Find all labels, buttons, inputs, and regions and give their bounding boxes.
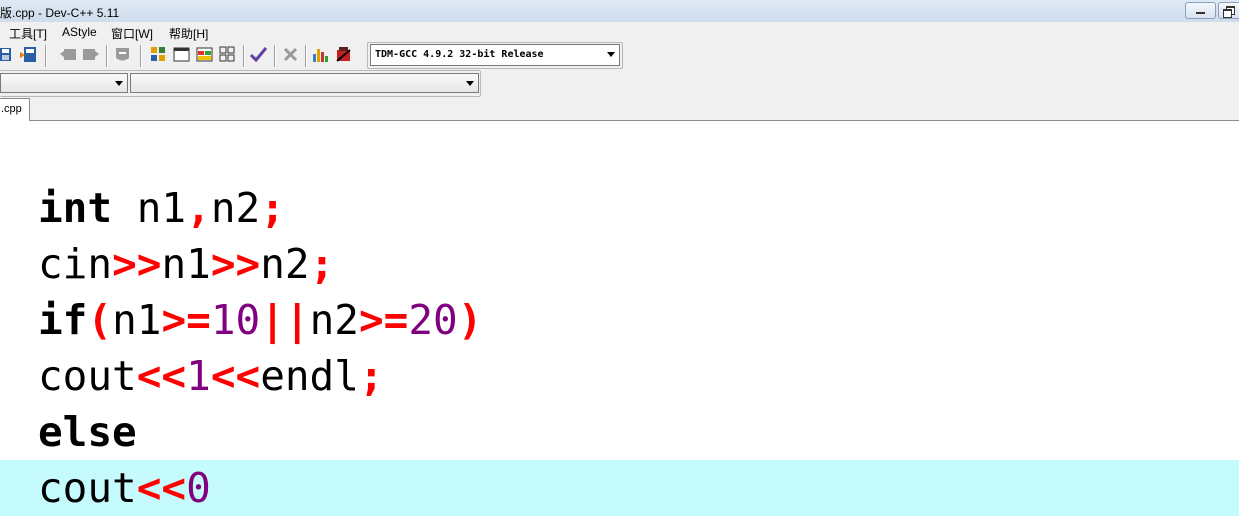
code-line[interactable]: cin>>n1>>n2; (38, 236, 334, 292)
code-line[interactable]: int n1,n2; (38, 180, 285, 236)
code-token: ) (457, 296, 483, 344)
code-token: 20 (408, 296, 458, 344)
check-syntax-icon[interactable] (249, 46, 268, 63)
code-token: >= (358, 296, 409, 344)
code-token: cout (38, 464, 137, 512)
code-token: cin (38, 240, 113, 288)
method-select[interactable] (130, 73, 479, 93)
code-token: n1 (112, 184, 187, 232)
code-token: n2 (210, 184, 261, 232)
indent-icon[interactable] (60, 46, 77, 63)
toolbar-separator (274, 45, 276, 67)
toolbar-separator (305, 45, 307, 67)
window-title: 版.cpp - Dev-C++ 5.11 (0, 6, 120, 20)
code-line[interactable]: cout<<1<<endl; (38, 348, 384, 404)
toolbar-separator (106, 45, 108, 67)
menu-window[interactable]: 窗口[W] (111, 25, 153, 42)
close-file-icon[interactable] (20, 46, 37, 63)
code-token: >= (161, 296, 211, 344)
code-token: ; (358, 352, 384, 400)
tile-icon[interactable] (219, 46, 236, 63)
close-x-icon[interactable] (282, 46, 299, 63)
window-icon[interactable] (173, 46, 190, 63)
code-token: || (260, 296, 310, 344)
code-token: ; (309, 240, 335, 288)
class-select[interactable] (0, 73, 128, 93)
menu-tools[interactable]: 工具[T] (9, 25, 47, 42)
code-token: 0 (186, 464, 211, 512)
layout-icon[interactable] (196, 46, 213, 63)
unindent-icon[interactable] (82, 46, 99, 63)
code-editor[interactable]: int n1,n2; cin>>n1>>n2; if(n1>=10||n2>=20)… (0, 121, 1239, 528)
chevron-down-icon (466, 81, 474, 86)
chevron-down-icon (607, 52, 615, 57)
restore-button[interactable] (1218, 2, 1239, 19)
grid-view-icon[interactable] (150, 46, 167, 63)
file-tab[interactable]: .cpp (0, 98, 30, 121)
menu-help[interactable]: 帮助[H] (169, 25, 208, 42)
chevron-down-icon (115, 81, 123, 86)
code-token: << (136, 352, 187, 400)
code-token: n1 (161, 240, 211, 288)
file-tab-label: .cpp (1, 103, 22, 115)
chart-icon[interactable] (312, 46, 329, 63)
code-token: if (38, 296, 88, 344)
debug-icon[interactable] (335, 46, 352, 63)
code-token: 10 (210, 296, 261, 344)
menu-astyle[interactable]: AStyle (62, 25, 97, 39)
code-token: cout (38, 352, 137, 400)
toolbar-separator (45, 45, 47, 67)
code-token: , (186, 184, 211, 232)
code-token: n2 (260, 240, 310, 288)
code-token: endl (260, 352, 359, 400)
code-token: >> (112, 240, 162, 288)
code-token: 1 (186, 352, 211, 400)
compiler-select[interactable]: TDM-GCC 4.9.2 32-bit Release (370, 44, 620, 66)
minimize-button[interactable] (1185, 2, 1216, 19)
toolbar-separator (243, 45, 245, 67)
title-bar: 版.cpp - Dev-C++ 5.11 (0, 0, 1239, 22)
code-token: ( (87, 296, 113, 344)
code-token: n1 (112, 296, 162, 344)
code-token: else (38, 408, 137, 456)
toolbar-separator (140, 45, 142, 67)
compiler-select-value: TDM-GCC 4.9.2 32-bit Release (375, 49, 544, 60)
code-token: << (210, 352, 261, 400)
code-token: ; (260, 184, 285, 232)
menu-bar: 工具[T] AStyle 窗口[W] 帮助[H] (0, 22, 1239, 42)
code-line[interactable]: else (38, 404, 137, 460)
code-token: << (136, 464, 187, 512)
code-line[interactable]: cout<<0 (38, 460, 211, 516)
code-token: n2 (309, 296, 359, 344)
toggle-bookmark-icon[interactable] (114, 46, 131, 63)
code-line[interactable]: if(n1>=10||n2>=20) (38, 292, 482, 348)
save-all-icon[interactable] (0, 46, 17, 63)
code-token: int (38, 184, 113, 232)
code-token: >> (210, 240, 261, 288)
